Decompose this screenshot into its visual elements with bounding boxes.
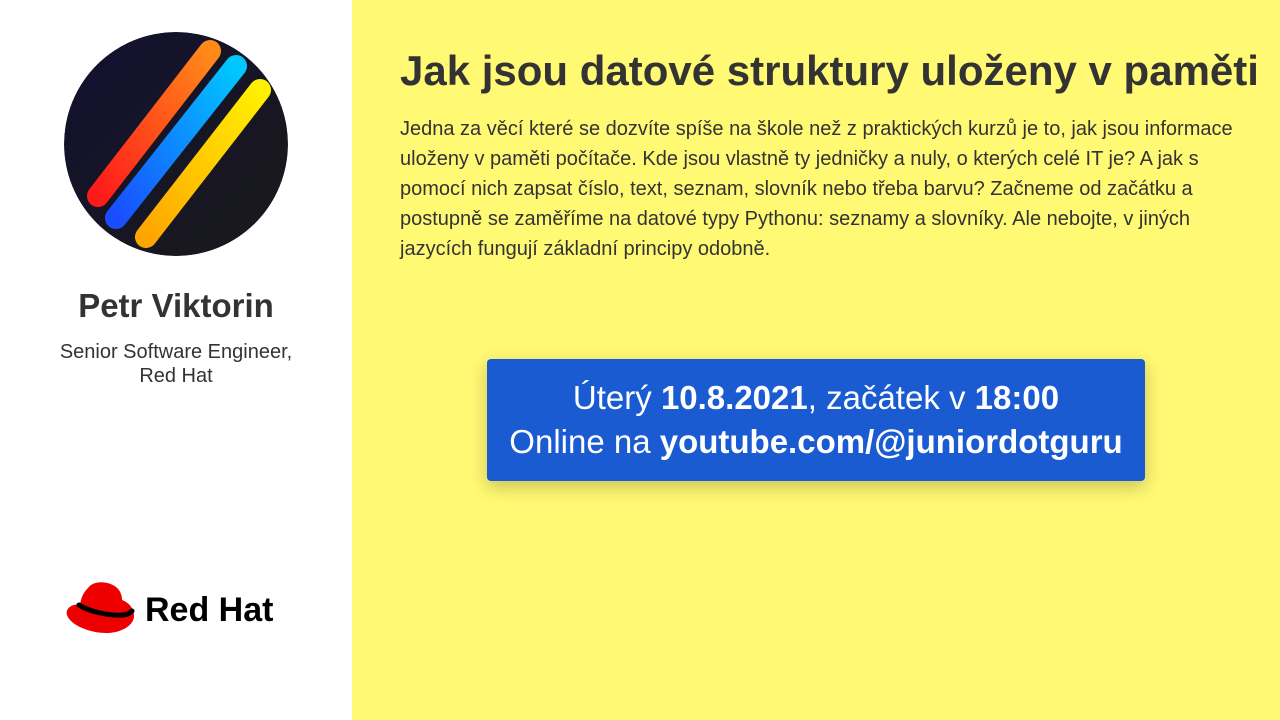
event-info-box: Úterý 10.8.2021, začátek v 18:00 Online … (487, 359, 1145, 481)
red-hat-logo: Red Hat (64, 578, 290, 638)
event-datetime-line: Úterý 10.8.2021, začátek v 18:00 (487, 376, 1145, 420)
speaker-role: Senior Software Engineer, Red Hat (40, 340, 312, 388)
event-online-line: Online na youtube.com/@juniordotguru (487, 420, 1145, 464)
stripes-avatar-image (64, 32, 288, 256)
event-day: Úterý (572, 379, 652, 416)
talk-title: Jak jsou datové struktury uloženy v pamě… (400, 47, 1259, 94)
event-online-text: Online na (509, 423, 651, 460)
speaker-job-title: Senior Software Engineer, (59, 341, 293, 363)
red-hat-hat-icon: Red Hat (66, 582, 273, 633)
speaker-sidebar: Petr Viktorin Senior Software Engineer, … (0, 0, 352, 720)
event-start-text: , začátek v (807, 379, 966, 416)
speaker-company: Red Hat (139, 365, 213, 387)
talk-abstract: Jedna za věcí které se dozvíte spíše na … (400, 118, 1233, 260)
event-card: Petr Viktorin Senior Software Engineer, … (0, 0, 1280, 720)
event-time: 18:00 (974, 379, 1060, 416)
event-date: 10.8.2021 (660, 379, 808, 416)
talk-content: Jak jsou datové struktury uloženy v pamě… (352, 0, 1280, 720)
red-hat-logo-text: Red Hat (145, 591, 273, 629)
speaker-name: Petr Viktorin (78, 287, 274, 324)
speaker-avatar (64, 32, 288, 256)
event-url-link[interactable]: youtube.com/@juniordotguru (660, 423, 1123, 460)
